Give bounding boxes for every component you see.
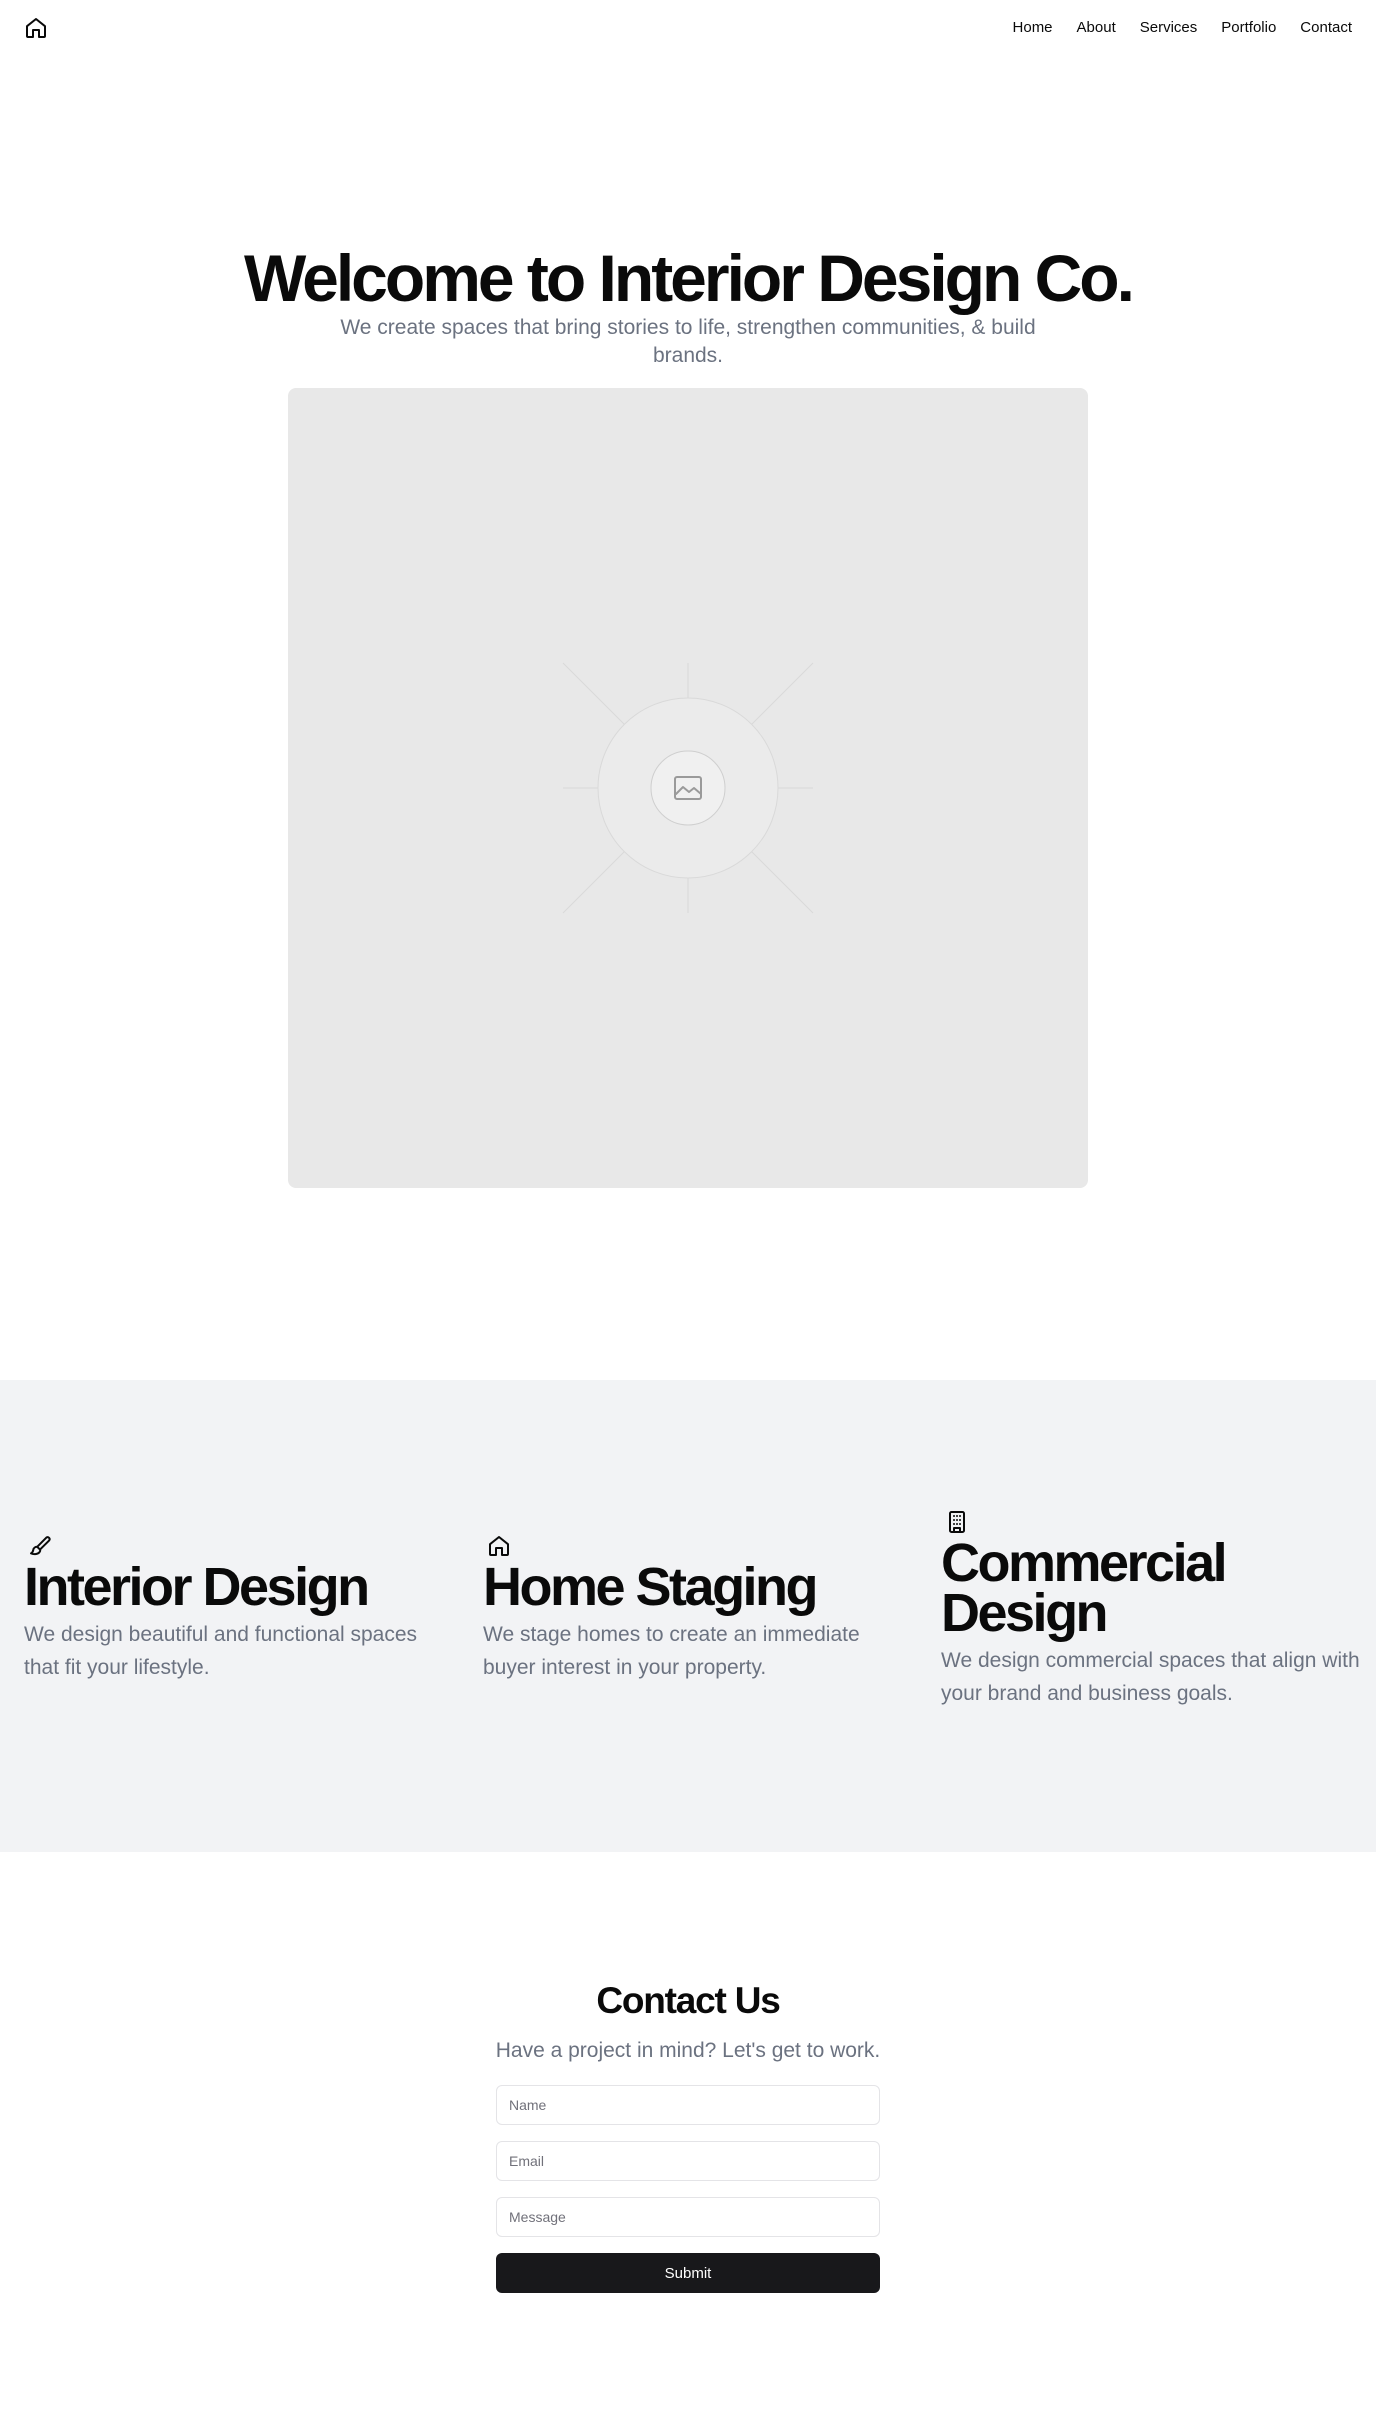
contact-subtitle: Have a project in mind? Let's get to wor… xyxy=(495,2039,881,2062)
nav-portfolio[interactable]: Portfolio xyxy=(1221,18,1276,38)
email-field[interactable] xyxy=(496,2141,880,2181)
services-section: Interior Design We design beautiful and … xyxy=(0,1380,1376,1852)
service-title: Interior Design xyxy=(24,1557,370,1617)
service-home-staging: Home Staging We stage homes to create an… xyxy=(483,1530,903,1684)
message-field[interactable] xyxy=(496,2197,880,2237)
contact-title: Contact Us xyxy=(596,1980,781,2021)
hero-title: Welcome to Interior Design Co. xyxy=(244,241,1135,315)
service-title: Home Staging xyxy=(483,1557,819,1617)
name-field[interactable] xyxy=(496,2085,880,2125)
site-header: Home About Services Portfolio Contact xyxy=(0,0,1376,56)
image-placeholder-icon xyxy=(562,662,814,914)
hero-image-placeholder xyxy=(288,388,1088,1188)
service-description: We stage homes to create an immediate bu… xyxy=(483,1623,860,1679)
service-description: We design commercial spaces that align w… xyxy=(941,1649,1360,1705)
submit-button[interactable]: Submit xyxy=(496,2253,880,2293)
nav-contact[interactable]: Contact xyxy=(1300,18,1352,38)
service-interior-design: Interior Design We design beautiful and … xyxy=(24,1530,444,1684)
hero-subtitle: We create spaces that bring stories to l… xyxy=(340,316,1036,367)
service-title: Commercial Design xyxy=(941,1533,1228,1643)
home-icon[interactable] xyxy=(24,16,48,40)
main-nav: Home About Services Portfolio Contact xyxy=(1013,18,1352,38)
nav-services[interactable]: Services xyxy=(1140,18,1198,38)
nav-home[interactable]: Home xyxy=(1013,18,1053,38)
service-description: We design beautiful and functional space… xyxy=(24,1623,418,1679)
service-commercial-design: Commercial Design We design commercial s… xyxy=(941,1506,1361,1710)
nav-about[interactable]: About xyxy=(1077,18,1116,38)
